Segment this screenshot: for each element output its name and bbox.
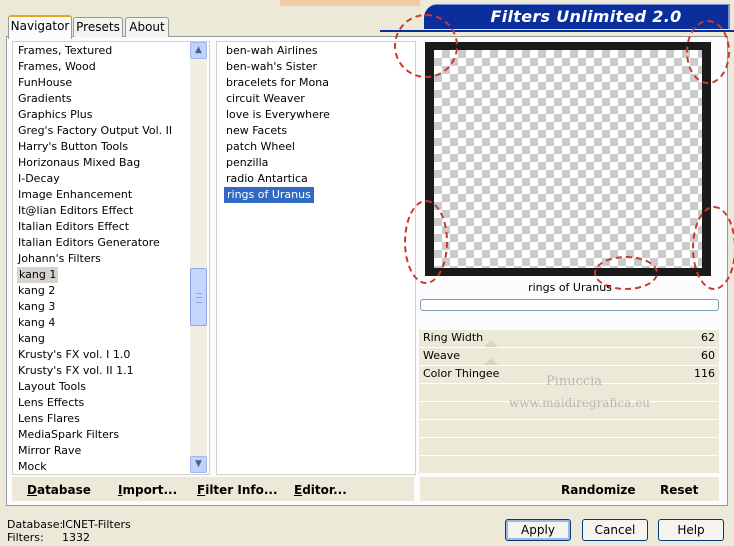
category-item[interactable]: I-Decay <box>18 171 60 187</box>
category-item[interactable]: Frames, Wood <box>18 59 96 75</box>
ring-fragment <box>394 14 458 78</box>
category-item[interactable]: Johann's Filters <box>18 251 101 267</box>
scroll-down-button[interactable]: ▼ <box>190 456 207 473</box>
category-item[interactable]: Image Enhancement <box>18 187 132 203</box>
category-item[interactable]: Horizonaus Mixed Bag <box>18 155 140 171</box>
grip-icon <box>196 293 202 303</box>
parameter-label: Color Thingee <box>423 367 500 380</box>
editor-button[interactable]: Editor... <box>294 482 347 498</box>
filter-item[interactable]: ben-wah's Sister <box>226 59 317 75</box>
category-item[interactable]: Mock <box>18 459 47 474</box>
tab-presets[interactable]: Presets <box>73 17 123 37</box>
import-button-label: Import... <box>118 483 178 497</box>
ring-fragment <box>686 20 730 84</box>
category-item[interactable]: MediaSpark Filters <box>18 427 119 443</box>
watermark-name: Pinuccia <box>545 374 603 389</box>
category-item[interactable]: kang 1 <box>17 267 59 283</box>
filter-item[interactable]: patch Wheel <box>226 139 295 155</box>
slider-thumb[interactable] <box>484 340 498 347</box>
parameter-row-empty <box>420 438 718 456</box>
category-item[interactable]: Graphics Plus <box>18 107 92 123</box>
window-title: Filters Unlimited 2.0 <box>490 7 682 26</box>
right-button-bar: Randomize Reset <box>420 477 719 501</box>
category-item[interactable]: Italian Editors Effect <box>18 219 129 235</box>
scroll-up-button[interactable]: ▲ <box>190 42 207 59</box>
watermark-url: www.maidiregrafica.eu <box>509 396 651 410</box>
status-filters-label: Filters: <box>7 531 44 544</box>
category-item[interactable]: Greg's Factory Output Vol. II <box>18 123 172 139</box>
status-filters-value: 1332 <box>62 531 90 544</box>
tab-about[interactable]: About <box>125 17 169 37</box>
category-scrollbar[interactable]: ▲ ▼ <box>190 42 207 473</box>
category-item[interactable]: Lens Effects <box>18 395 84 411</box>
chevron-up-icon: ▲ <box>195 45 202 55</box>
filter-item[interactable]: ben-wah Airlines <box>226 43 318 59</box>
filter-item[interactable]: love is Everywhere <box>226 107 330 123</box>
status-database-value: ICNET-Filters <box>62 518 131 531</box>
randomize-button[interactable]: Randomize <box>561 482 635 498</box>
parameter-row-weave[interactable]: Weave 60 <box>420 348 718 366</box>
left-button-bar: Database Import... Filter Info... Editor… <box>12 477 414 501</box>
filter-item[interactable]: circuit Weaver <box>226 91 305 107</box>
top-strip-accent <box>280 0 420 6</box>
parameter-row-empty <box>420 420 718 438</box>
category-item[interactable]: FunHouse <box>18 75 72 91</box>
filter-info-button[interactable]: Filter Info... <box>197 482 278 498</box>
parameter-row-ring-width[interactable]: Ring Width 62 <box>420 330 718 348</box>
parameter-value: 60 <box>701 349 715 362</box>
category-item[interactable]: Italian Editors Generatore <box>18 235 160 251</box>
filter-item[interactable]: radio Antartica <box>226 171 308 187</box>
ring-fragment <box>404 200 448 284</box>
scrollbar-thumb[interactable] <box>190 268 207 326</box>
slider-thumb[interactable] <box>484 358 498 365</box>
tab-navigator[interactable]: Navigator <box>8 15 72 39</box>
ring-fragment <box>692 206 734 290</box>
chevron-down-icon: ▼ <box>195 459 202 469</box>
category-item[interactable]: Gradients <box>18 91 72 107</box>
category-item[interactable]: kang 2 <box>18 283 55 299</box>
database-button-label: Database <box>27 483 91 497</box>
database-button[interactable]: Database <box>27 482 91 498</box>
parameter-label: Ring Width <box>423 331 484 344</box>
category-item[interactable]: It@lian Editors Effect <box>18 203 133 219</box>
category-item[interactable]: Krusty's FX vol. I 1.0 <box>18 347 130 363</box>
filter-item[interactable]: bracelets for Mona <box>226 75 329 91</box>
category-item[interactable]: Frames, Textured <box>18 43 112 59</box>
filter-item[interactable]: penzilla <box>226 155 268 171</box>
preview-filter-name: rings of Uranus <box>528 281 612 294</box>
parameter-value: 116 <box>694 367 715 380</box>
import-button[interactable]: Import... <box>118 482 177 498</box>
reset-button[interactable]: Reset <box>660 482 698 498</box>
category-item[interactable]: Lens Flares <box>18 411 80 427</box>
category-list[interactable]: Frames, Textured Frames, Wood FunHouse Grad… <box>12 41 210 475</box>
filter-item[interactable]: rings of Uranus <box>224 187 314 203</box>
category-item[interactable]: kang <box>18 331 45 347</box>
progress-bar <box>420 299 719 311</box>
filter-item[interactable]: new Facets <box>226 123 287 139</box>
parameter-value: 62 <box>701 331 715 344</box>
status-database-label: Database: <box>7 518 64 531</box>
category-item[interactable]: kang 3 <box>18 299 55 315</box>
category-item[interactable]: Mirror Rave <box>18 443 81 459</box>
category-item[interactable]: Krusty's FX vol. II 1.1 <box>18 363 134 379</box>
parameter-row-empty <box>420 456 718 474</box>
preview-image[interactable] <box>394 14 734 290</box>
category-item[interactable]: kang 4 <box>18 315 55 331</box>
filter-info-button-label: Filter Info... <box>197 483 278 497</box>
cancel-button[interactable]: Cancel <box>582 519 648 541</box>
filter-list[interactable]: ben-wah Airlines ben-wah's Sister bracelet… <box>216 41 416 475</box>
category-item[interactable]: Layout Tools <box>18 379 86 395</box>
category-item[interactable]: Harry's Button Tools <box>18 139 128 155</box>
parameter-label: Weave <box>423 349 461 362</box>
help-button[interactable]: Help <box>658 519 724 541</box>
editor-button-label: Editor... <box>294 483 347 497</box>
parameter-area: Ring Width 62 Weave 60 Color Thingee 116… <box>419 330 719 474</box>
apply-button[interactable]: Apply <box>505 519 571 541</box>
